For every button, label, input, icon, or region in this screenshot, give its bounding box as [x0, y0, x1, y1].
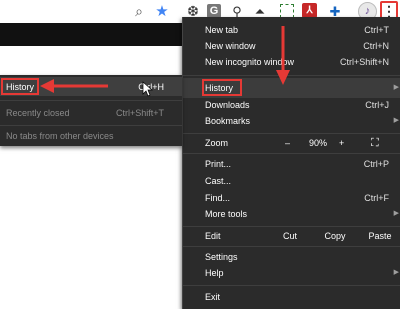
menu-item-shortcut: Ctrl+Shift+N — [339, 57, 389, 67]
menu-divider — [183, 285, 400, 286]
menu-item-new-incognito[interactable]: New incognito window Ctrl+Shift+N — [205, 55, 393, 69]
submenu-item-history[interactable]: History Ctrl+H — [6, 80, 176, 94]
menu-item-label: Find... — [205, 193, 231, 203]
menu-item-help[interactable]: Help ▶ — [205, 266, 399, 280]
menu-item-cast[interactable]: Cast... — [205, 174, 393, 188]
submenu-item-shortcut: Ctrl+Shift+T — [115, 108, 164, 118]
search-icon[interactable]: ⌕ — [130, 2, 148, 20]
menu-item-more-tools[interactable]: More tools ▶ — [205, 207, 399, 221]
menu-item-label: Settings — [205, 252, 238, 262]
menu-item-downloads[interactable]: Downloads Ctrl+J — [205, 98, 393, 112]
menu-item-shortcut: Ctrl+J — [365, 100, 389, 110]
submenu-item-shortcut: Ctrl+H — [138, 82, 164, 92]
submenu-item-label: History — [6, 82, 35, 92]
menu-item-label: Zoom — [205, 138, 229, 148]
menu-item-bookmarks[interactable]: Bookmarks ▶ — [205, 114, 399, 128]
extension-g-icon[interactable]: G — [207, 4, 221, 18]
menu-item-shortcut: Ctrl+F — [364, 193, 389, 203]
menu-item-shortcut: Ctrl+N — [363, 41, 389, 51]
menu-item-zoom: Zoom – 90% + ⛶ — [205, 136, 393, 150]
submenu-item-recently-closed: Recently closed Ctrl+Shift+T — [6, 106, 176, 120]
bookmark-star-icon[interactable]: ★ — [153, 2, 171, 20]
menu-divider — [183, 153, 400, 154]
menu-divider — [0, 125, 182, 126]
submenu-item-label: No tabs from other devices — [6, 131, 114, 141]
zoom-in-button[interactable]: + — [339, 136, 344, 150]
menu-item-new-tab[interactable]: New tab Ctrl+T — [205, 23, 393, 37]
menu-item-label: Help — [205, 268, 224, 278]
menu-item-print[interactable]: Print... Ctrl+P — [205, 157, 393, 171]
menu-item-history[interactable]: History ▶ — [205, 81, 399, 95]
submenu-arrow-icon: ▶ — [393, 269, 399, 276]
menu-item-label: Bookmarks — [205, 116, 251, 126]
copy-button[interactable]: Copy — [315, 229, 355, 243]
menu-item-label: Cast... — [205, 176, 232, 186]
chrome-main-menu: New tab Ctrl+T New window Ctrl+N New inc… — [182, 17, 400, 309]
menu-item-label: New window — [205, 41, 256, 51]
menu-item-shortcut: Ctrl+T — [364, 25, 389, 35]
paste-button[interactable]: Paste — [360, 229, 400, 243]
menu-item-find[interactable]: Find... Ctrl+F — [205, 191, 393, 205]
zoom-level: 90% — [309, 138, 328, 148]
menu-item-label: Edit — [205, 231, 221, 241]
menu-divider — [183, 246, 400, 247]
menu-divider — [183, 226, 400, 227]
menu-item-exit[interactable]: Exit — [205, 290, 393, 304]
menu-divider — [183, 75, 400, 76]
submenu-arrow-icon: ▶ — [393, 117, 399, 124]
zoom-out-button[interactable]: – — [285, 136, 290, 150]
menu-item-shortcut: Ctrl+P — [363, 159, 389, 169]
menu-item-label: History — [205, 83, 234, 93]
menu-item-label: More tools — [205, 209, 248, 219]
cut-button[interactable]: Cut — [270, 229, 310, 243]
menu-item-label: Print... — [205, 159, 232, 169]
fullscreen-icon[interactable]: ⛶ — [371, 136, 379, 150]
menu-divider — [0, 100, 182, 101]
menu-divider — [183, 133, 400, 134]
menu-item-edit: Edit Cut Copy Paste — [205, 229, 393, 243]
menu-item-label: Downloads — [205, 100, 250, 110]
extension-pdf-icon[interactable]: ⅄ — [302, 3, 317, 18]
submenu-item-label: Recently closed — [6, 108, 70, 118]
submenu-arrow-icon: ▶ — [393, 210, 399, 217]
menu-item-label: New incognito window — [205, 57, 295, 67]
menu-item-new-window[interactable]: New window Ctrl+N — [205, 39, 393, 53]
extension-screenshot-icon[interactable] — [280, 4, 294, 18]
submenu-item-no-tabs: No tabs from other devices — [6, 129, 176, 143]
menu-item-label: Exit — [205, 292, 221, 302]
menu-item-label: New tab — [205, 25, 239, 35]
submenu-arrow-icon: ▶ — [393, 84, 399, 91]
menu-item-settings[interactable]: Settings — [205, 250, 393, 264]
history-submenu: History Ctrl+H Recently closed Ctrl+Shif… — [0, 75, 182, 146]
